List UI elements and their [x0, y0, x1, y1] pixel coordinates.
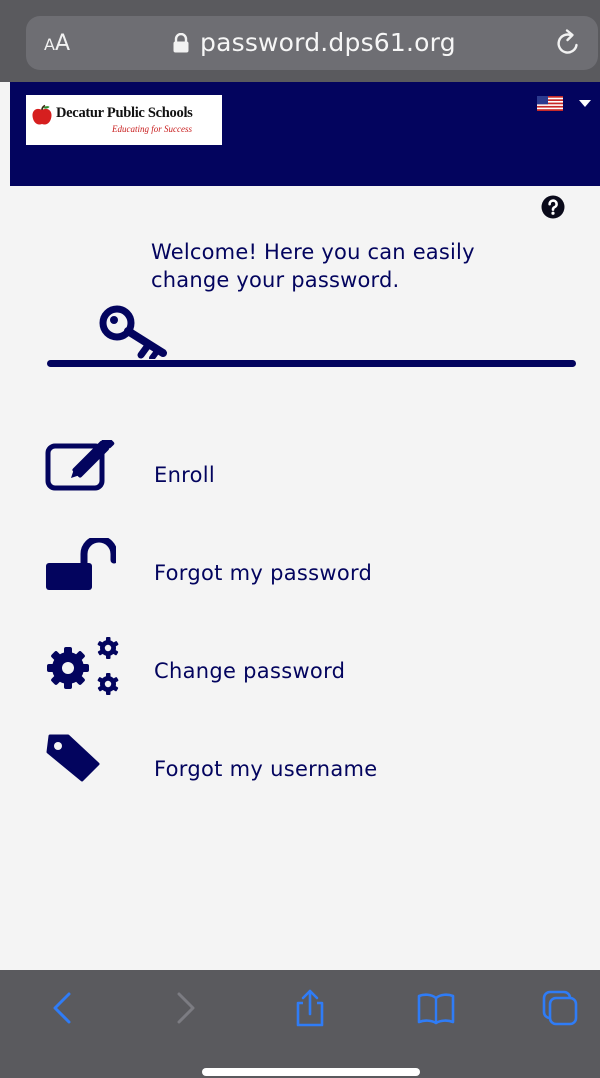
- enroll-button[interactable]: Enroll: [44, 440, 564, 506]
- url-text: password.dps61.org: [200, 28, 456, 57]
- reload-icon[interactable]: [553, 28, 583, 58]
- chevron-right-icon[interactable]: [166, 988, 206, 1028]
- logo-title: Decatur Public Schools: [56, 105, 193, 121]
- caret-down-icon: [579, 100, 591, 107]
- us-flag-icon: [537, 96, 563, 111]
- lock-icon: [173, 33, 189, 53]
- home-indicator: [202, 1068, 420, 1076]
- apple-icon: [32, 104, 52, 125]
- forgot-password-label: Forgot my password: [154, 561, 373, 585]
- site-header: Decatur Public Schools Educating for Suc…: [10, 82, 600, 186]
- tabs-icon[interactable]: [540, 988, 580, 1028]
- forgot-username-button[interactable]: Forgot my username: [44, 734, 564, 800]
- welcome-message: Welcome! Here you can easily change your…: [151, 240, 475, 292]
- question-circle-icon[interactable]: [541, 195, 565, 219]
- language-selector[interactable]: [537, 96, 593, 112]
- chevron-left-icon[interactable]: [42, 988, 82, 1028]
- logo-tagline: Educating for Success: [112, 124, 192, 134]
- key-icon: [99, 305, 167, 359]
- change-password-button[interactable]: Change password: [44, 634, 564, 700]
- share-icon[interactable]: [290, 988, 330, 1028]
- gears-icon: [47, 637, 119, 695]
- forgot-password-button[interactable]: Forgot my password: [44, 538, 564, 604]
- header-divider: [47, 360, 576, 367]
- forgot-username-label: Forgot my username: [154, 757, 378, 781]
- edit-icon: [45, 440, 115, 491]
- url-group[interactable]: password.dps61.org: [172, 26, 456, 60]
- enroll-label: Enroll: [154, 463, 216, 487]
- unlock-icon: [46, 538, 116, 590]
- reader-options-button[interactable]: AA: [44, 30, 70, 58]
- tag-icon: [46, 734, 100, 782]
- change-password-label: Change password: [154, 659, 346, 683]
- safari-top-bar: AA password.dps61.org: [0, 0, 600, 82]
- safari-toolbar: [0, 970, 600, 1078]
- book-icon[interactable]: [416, 988, 456, 1028]
- browser-window: AA password.dps61.org Decatur Public Sch…: [0, 0, 600, 1078]
- school-logo[interactable]: Decatur Public Schools Educating for Suc…: [26, 95, 222, 145]
